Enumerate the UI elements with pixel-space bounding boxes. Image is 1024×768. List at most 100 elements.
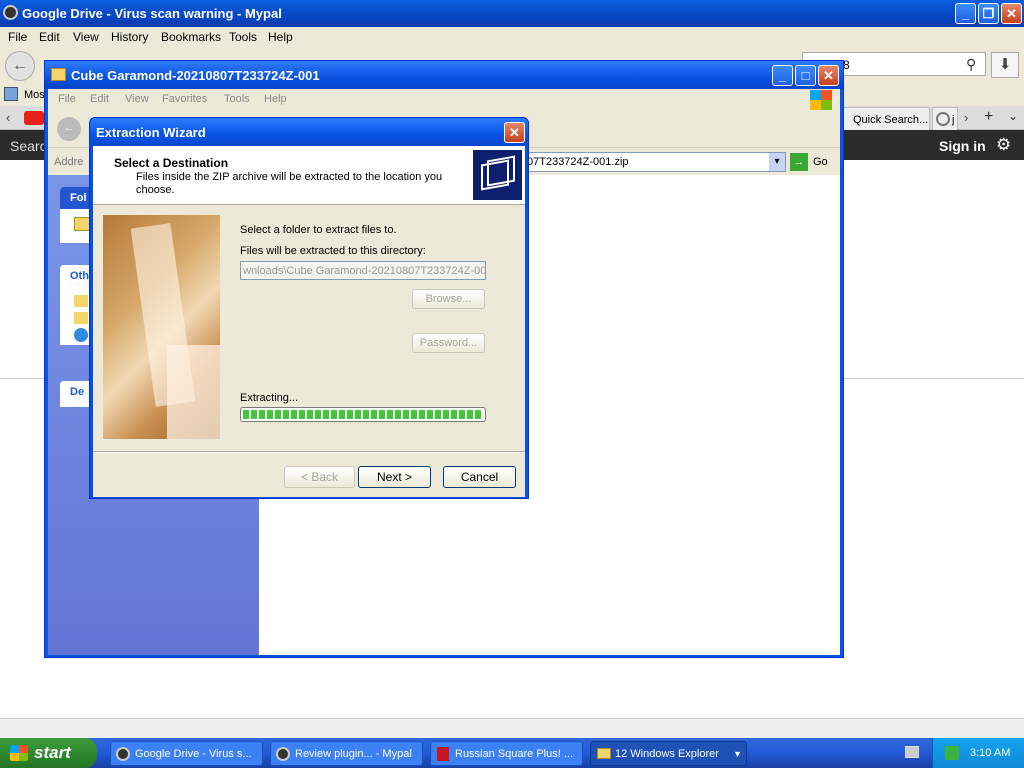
browser-title: Google Drive - Virus scan warning - Mypa…: [22, 6, 282, 21]
explorer-menu-tools[interactable]: Tools: [224, 93, 250, 105]
search-value: 8: [843, 58, 850, 72]
task-folder-icon: [74, 217, 90, 231]
sign-in-link[interactable]: Sign in: [939, 138, 986, 154]
mypal-icon: [276, 747, 290, 761]
wizard-close-button[interactable]: ✕: [504, 122, 525, 143]
tab-quick-search[interactable]: Quick Search...: [840, 107, 930, 130]
explorer-menu-file[interactable]: File: [58, 93, 76, 105]
new-tab-icon[interactable]: +: [984, 108, 993, 126]
clock[interactable]: 3:10 AM: [970, 747, 1010, 759]
explorer-maximize-button[interactable]: □: [795, 65, 816, 86]
mypal-icon: [116, 747, 130, 761]
next-button[interactable]: Next >: [358, 466, 431, 488]
drive-search-label[interactable]: Searc: [10, 138, 47, 154]
explorer-titlebar[interactable]: Cube Garamond-20210807T233724Z-001 _ □ ✕: [45, 61, 843, 89]
cancel-button[interactable]: Cancel: [443, 466, 516, 488]
address-label: Addre: [54, 156, 84, 168]
folder-docs-icon: [473, 150, 522, 200]
download-icon[interactable]: ⬇: [991, 52, 1019, 78]
extraction-wizard-dialog: Extraction Wizard ✕ Select a Destination…: [89, 117, 529, 499]
menu-edit[interactable]: Edit: [39, 30, 60, 44]
network-globe-icon: [74, 328, 88, 342]
browser-app-icon: [3, 5, 18, 20]
explorer-close-button[interactable]: ✕: [818, 65, 839, 86]
progress-fill: [243, 410, 483, 419]
menu-history[interactable]: History: [111, 30, 148, 44]
tab-other-label: j: [952, 114, 955, 126]
browser-titlebar[interactable]: Google Drive - Virus scan warning - Mypa…: [0, 0, 1024, 27]
go-arrow-icon[interactable]: →: [790, 153, 808, 171]
explorer-title: Cube Garamond-20210807T233724Z-001: [71, 68, 320, 83]
extraction-progress-bar: [240, 407, 486, 422]
explorer-menu-help[interactable]: Help: [264, 93, 287, 105]
wizard-header: Select a Destination Files inside the ZI…: [93, 146, 525, 205]
task-label: 12 Windows Explorer: [615, 748, 719, 760]
wizard-heading: Select a Destination: [114, 156, 229, 170]
keyboard-icon[interactable]: [905, 746, 919, 758]
menu-help[interactable]: Help: [268, 30, 293, 44]
bookmark-icon: [4, 87, 18, 101]
task-label: Russian Square Plus! ...: [455, 748, 574, 760]
explorer-menu-favorites[interactable]: Favorites: [162, 93, 207, 105]
youtube-icon: [24, 111, 44, 125]
tab-list-icon[interactable]: ⌄: [1008, 109, 1018, 123]
address-dropdown-icon[interactable]: ▾: [769, 153, 785, 171]
browser-minimize-button[interactable]: _: [955, 3, 976, 24]
wizard-subheading: Files inside the ZIP archive will be ext…: [136, 171, 443, 196]
wizard-body: Select a Destination Files inside the ZI…: [93, 146, 525, 497]
browser-statusbar: [0, 718, 1024, 738]
taskbar: start Google Drive - Virus s... Review p…: [0, 738, 1024, 768]
windows-flag-icon: [10, 745, 28, 761]
cube-icon: [437, 747, 449, 761]
tab-scroll-left-icon[interactable]: ‹: [6, 110, 10, 125]
system-tray: 3:10 AM: [932, 738, 1024, 768]
wizard-title: Extraction Wizard: [96, 125, 206, 140]
address-value: 07T233724Z-001.zip: [527, 156, 629, 168]
task-label: Google Drive - Virus s...: [135, 748, 252, 760]
wizard-side-image: [103, 215, 220, 439]
browser-close-button[interactable]: ✕: [1001, 3, 1022, 24]
menu-view[interactable]: View: [73, 30, 99, 44]
search-icon[interactable]: ⚲: [966, 56, 976, 73]
explorer-menu-view[interactable]: View: [125, 93, 149, 105]
task-google-drive[interactable]: Google Drive - Virus s...: [110, 741, 263, 766]
back-button[interactable]: < Back: [284, 466, 355, 488]
explorer-menu-edit[interactable]: Edit: [90, 93, 109, 105]
windows-logo-icon: [810, 90, 832, 110]
destination-path-field[interactable]: wnloads\Cube Garamond-20210807T233724Z-0…: [240, 261, 486, 280]
folder-icon: [597, 748, 611, 759]
tab-quick-search-label: Quick Search...: [853, 114, 929, 126]
browser-menubar: File Edit View History Bookmarks Tools H…: [0, 27, 1024, 47]
explorer-back-icon[interactable]: ←: [57, 117, 81, 141]
start-label: start: [34, 743, 71, 762]
tab-scroll-right-icon[interactable]: ›: [964, 110, 968, 125]
task-windows-explorer[interactable]: 12 Windows Explorer ▼: [590, 741, 747, 766]
go-button[interactable]: Go: [813, 156, 828, 168]
task-review-plugin[interactable]: Review plugin... - Mypal: [270, 741, 423, 766]
task-label: Review plugin... - Mypal: [295, 748, 412, 760]
back-icon[interactable]: ←: [5, 51, 35, 81]
address-field[interactable]: 07T233724Z-001.zip ▾: [524, 152, 786, 172]
tab-other[interactable]: j: [932, 107, 958, 130]
password-button[interactable]: Password...: [412, 333, 485, 353]
explorer-menubar: File Edit View Favorites Tools Help: [48, 89, 840, 111]
globe-icon: [936, 112, 950, 126]
wizard-separator: [93, 451, 525, 453]
menu-tools[interactable]: Tools: [229, 30, 257, 44]
browser-restore-button[interactable]: ❐: [978, 3, 999, 24]
extracting-label: Extracting...: [240, 392, 299, 404]
menu-bookmarks[interactable]: Bookmarks: [161, 30, 221, 44]
task-group-arrow-icon[interactable]: ▼: [733, 749, 742, 759]
select-folder-text: Select a folder to extract files to.: [240, 224, 397, 236]
menu-file[interactable]: File: [8, 30, 27, 44]
network-icon[interactable]: [945, 746, 959, 760]
explorer-minimize-button[interactable]: _: [772, 65, 793, 86]
task-russian-square[interactable]: Russian Square Plus! ...: [430, 741, 583, 766]
gear-icon[interactable]: ⚙: [996, 135, 1011, 155]
other-docs-icon: [74, 312, 88, 324]
start-button[interactable]: start: [0, 738, 97, 768]
wizard-titlebar[interactable]: Extraction Wizard ✕: [90, 118, 528, 146]
folder-zip-icon: [51, 68, 66, 81]
browse-button[interactable]: Browse...: [412, 289, 485, 309]
extract-dir-text: Files will be extracted to this director…: [240, 245, 426, 257]
